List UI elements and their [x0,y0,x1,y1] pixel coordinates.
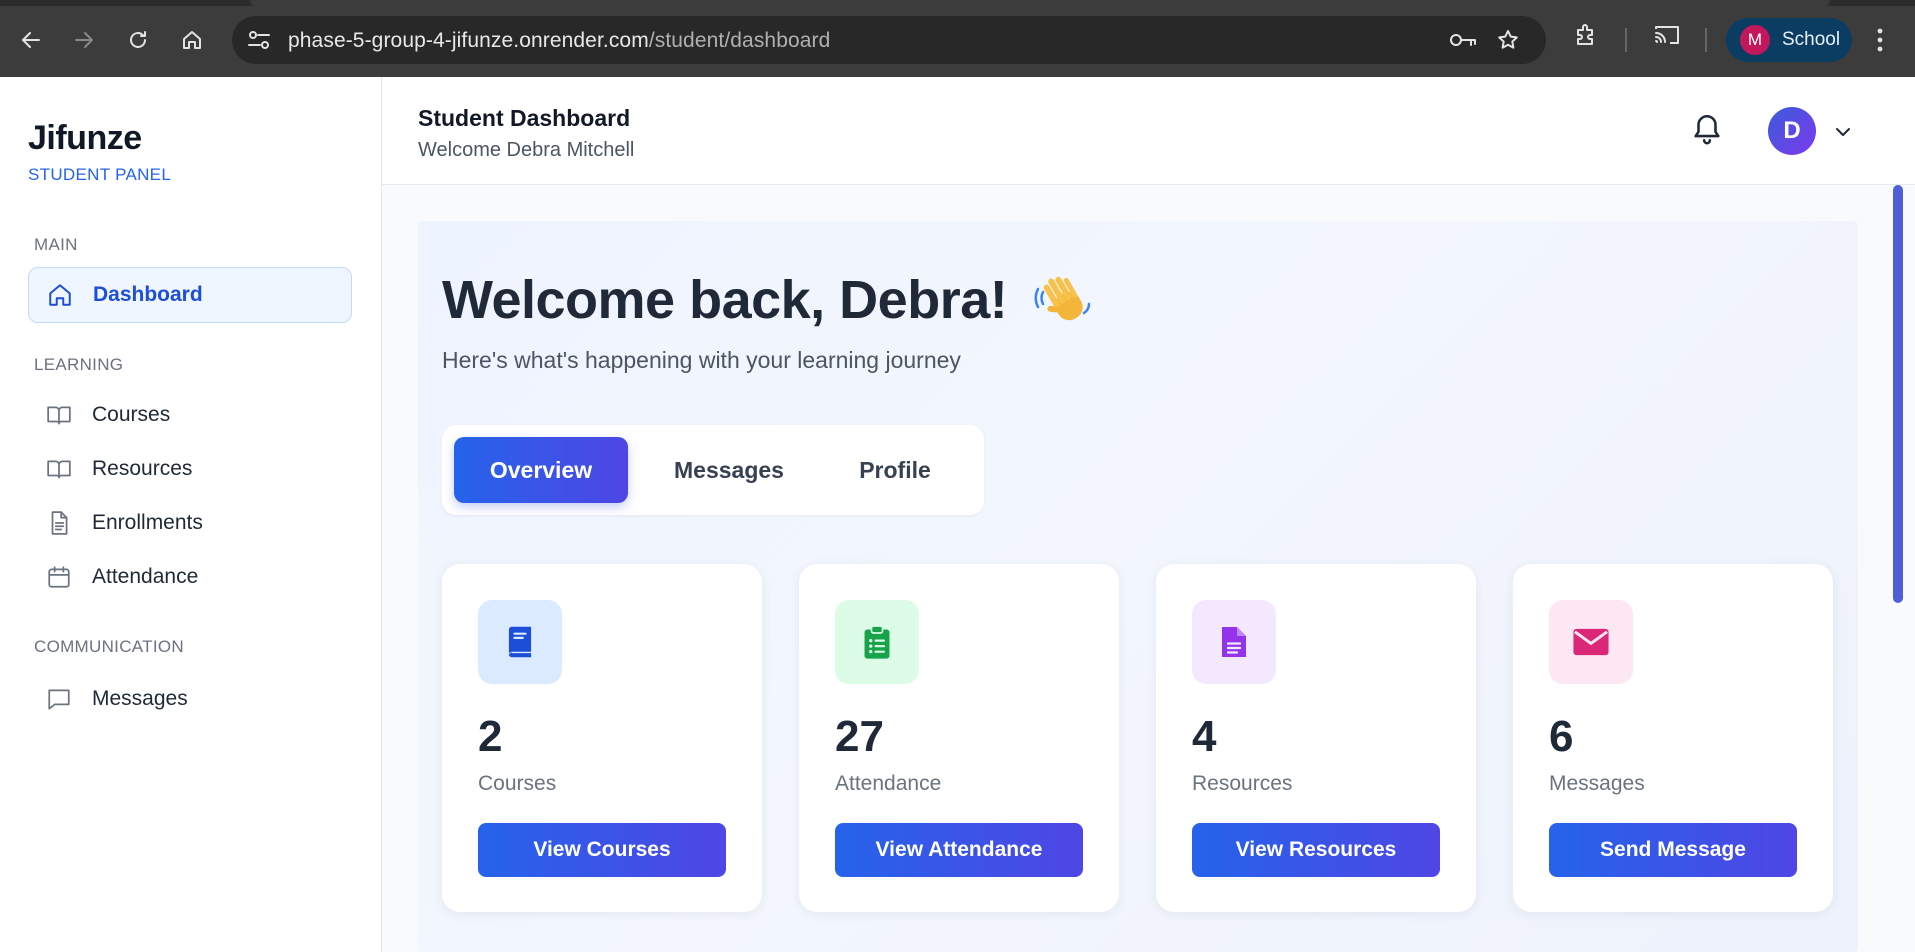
reload-icon[interactable] [120,22,156,58]
sidebar-item-label: Attendance [92,565,199,588]
tab-overview[interactable]: Overview [454,437,628,503]
sidebar-item-dashboard[interactable]: Dashboard [28,267,352,323]
site-info-icon[interactable] [246,28,272,57]
tab-strip [0,0,1915,6]
brand-subtitle: STUDENT PANEL [28,165,172,184]
book-open-icon [46,456,72,482]
bookmark-star-icon[interactable] [1496,28,1520,57]
sidebar-item-label: Enrollments [92,511,203,534]
bell-icon[interactable] [1690,110,1724,153]
browser-menu-icon[interactable] [1872,24,1888,56]
book-icon [478,600,562,684]
tab-profile[interactable]: Profile [832,437,958,503]
browser-chrome: phase-5-group-4-jifunze.onrender.com/stu… [0,0,1915,77]
stat-value: 6 [1549,712,1574,761]
book-open-icon [46,402,72,428]
view-courses-button[interactable]: View Courses [478,823,726,877]
section-label-main: MAIN [34,235,78,254]
extensions-icon[interactable] [1573,22,1599,53]
sidebar-item-enrollments[interactable]: Enrollments [28,495,352,551]
browser-profile-chip[interactable]: M School [1726,18,1852,62]
address-bar[interactable]: phase-5-group-4-jifunze.onrender.com/stu… [232,16,1546,64]
sidebar-item-attendance[interactable]: Attendance [28,549,352,605]
sidebar: Jifunze STUDENT PANEL MAIN Dashboard LEA… [0,77,382,952]
toolbar-divider [1705,28,1707,52]
toolbar-divider [1625,28,1627,52]
sidebar-item-courses[interactable]: Courses [28,387,352,443]
sidebar-item-resources[interactable]: Resources [28,441,352,497]
password-key-icon[interactable] [1448,28,1478,57]
clipboard-list-icon [835,600,919,684]
url-host: phase-5-group-4-jifunze.onrender.com [288,29,649,52]
stat-card-messages: 6 Messages Send Message [1513,564,1833,912]
welcome-subtitle: Here's what's happening with your learni… [442,347,961,373]
sidebar-item-label: Courses [92,403,171,426]
stat-value: 4 [1192,712,1217,761]
chat-icon [46,686,72,712]
user-avatar[interactable]: D [1768,107,1816,155]
sidebar-item-label: Messages [92,687,188,710]
stat-card-resources: 4 Resources View Resources [1156,564,1476,912]
calendar-icon [46,564,72,590]
stat-label: Courses [478,772,557,795]
url-text: phase-5-group-4-jifunze.onrender.com/stu… [288,29,830,53]
stat-card-courses: 2 Courses View Courses [442,564,762,912]
stat-value: 2 [478,712,503,761]
profile-label: School [1782,29,1841,50]
page-subtitle: Welcome Debra Mitchell [418,139,635,161]
sidebar-item-label: Resources [92,457,193,480]
page-header: Student Dashboard Welcome Debra Mitchell… [382,77,1915,185]
waving-hand-icon [1032,269,1094,336]
brand-logo: Jifunze [28,119,142,157]
url-path: /student/dashboard [648,29,831,52]
file-icon [1192,600,1276,684]
welcome-heading: Welcome back, Debra! [442,270,1008,330]
tab-bar: Overview Messages Profile [442,425,984,515]
tab-messages[interactable]: Messages [650,437,808,503]
cast-icon[interactable] [1653,22,1681,53]
document-icon [46,510,72,536]
back-icon[interactable] [13,22,49,58]
chevron-down-icon[interactable] [1834,125,1852,143]
stat-card-attendance: 27 Attendance View Attendance [799,564,1119,912]
stat-label: Resources [1192,772,1293,795]
sidebar-item-messages[interactable]: Messages [28,671,352,727]
view-resources-button[interactable]: View Resources [1192,823,1440,877]
stat-value: 27 [835,712,884,761]
sidebar-item-label: Dashboard [93,283,203,306]
forward-icon[interactable] [66,22,102,58]
stat-label: Attendance [835,772,942,795]
send-message-button[interactable]: Send Message [1549,823,1797,877]
home-browser-icon[interactable] [174,22,210,58]
page-title: Student Dashboard [418,105,631,131]
main-panel: Welcome back, Debra! Here's what's happe… [418,221,1858,952]
section-label-communication: COMMUNICATION [34,637,184,656]
section-label-learning: LEARNING [34,355,124,374]
home-icon [47,282,73,308]
scrollbar-thumb[interactable] [1893,185,1903,603]
view-attendance-button[interactable]: View Attendance [835,823,1083,877]
envelope-icon [1549,600,1633,684]
profile-avatar: M [1740,25,1770,55]
stat-label: Messages [1549,772,1645,795]
